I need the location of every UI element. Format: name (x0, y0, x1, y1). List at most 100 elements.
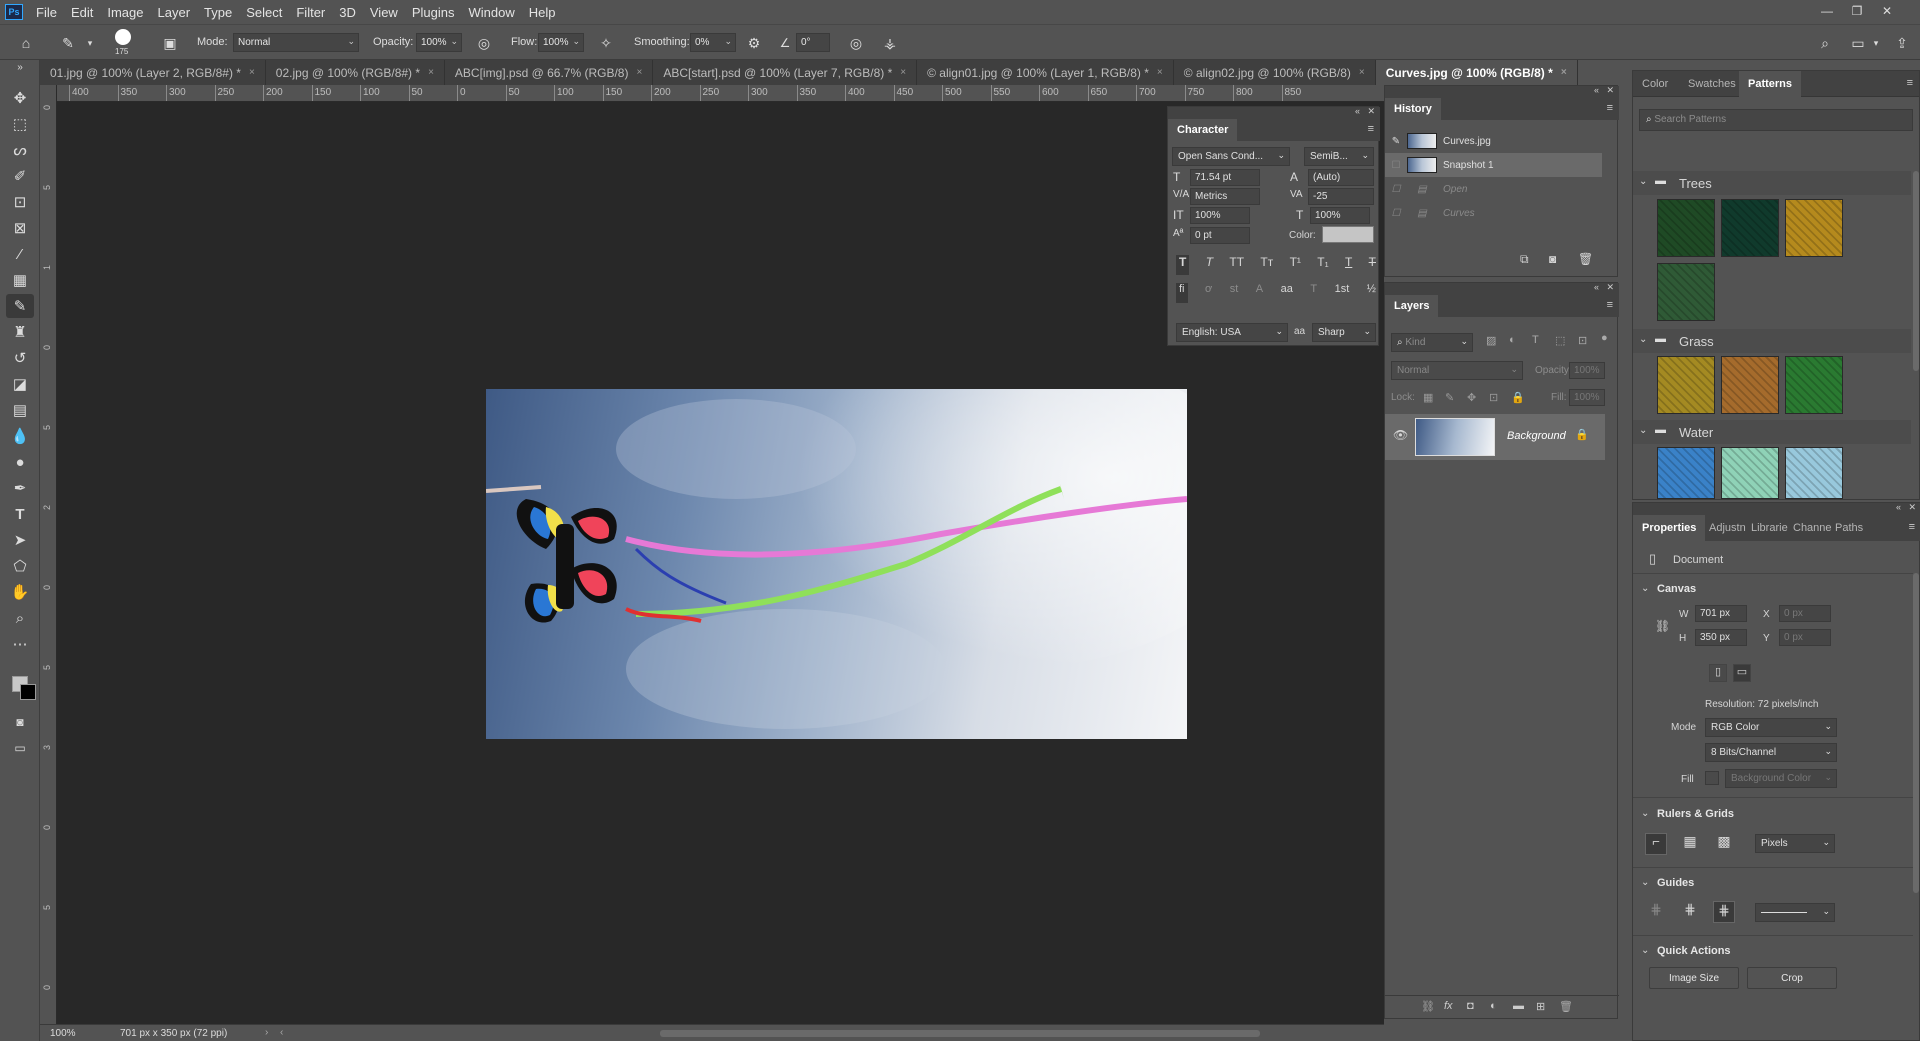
gear-icon[interactable]: ⚙ (744, 33, 764, 53)
lock-artboard-icon[interactable]: ⊡ (1489, 391, 1498, 404)
menu-type[interactable]: Type (197, 5, 239, 20)
history-step-open[interactable]: ☐ ▤ Open (1385, 177, 1602, 201)
type-tool-icon[interactable]: T (6, 502, 34, 526)
tab-character[interactable]: Character (1168, 119, 1238, 141)
color-mode-select[interactable]: RGB Color ⌄ (1705, 718, 1837, 737)
text-color-swatch[interactable] (1322, 226, 1374, 243)
menu-filter[interactable]: Filter (289, 5, 332, 20)
menu-select[interactable]: Select (239, 5, 289, 20)
dodge-tool-icon[interactable]: ● (6, 450, 34, 474)
tab-curves[interactable]: Curves.jpg @ 100% (RGB/8) * × (1375, 60, 1578, 85)
close-icon[interactable]: × (249, 67, 255, 78)
fx-icon[interactable]: fx (1444, 1000, 1453, 1012)
document-info[interactable]: 701 px x 350 px (72 ppi) (120, 1028, 227, 1039)
adjustment-layer-icon[interactable]: ◐ (1490, 1000, 1497, 1012)
font-family-select[interactable]: Open Sans Cond... ⌄ (1172, 147, 1290, 166)
close-window-icon[interactable]: ✕ (1872, 0, 1902, 22)
pattern-group-trees[interactable]: ⌄ ▬ Trees (1633, 171, 1911, 195)
opacity-input[interactable]: 100% ⌄ (416, 33, 462, 52)
antialias-select[interactable]: Sharp ⌄ (1312, 323, 1376, 342)
history-snapshot-curves[interactable]: ✎ Curves.jpg (1385, 129, 1602, 153)
workspace-icon[interactable]: ▭ (1848, 33, 1868, 53)
tracking-select[interactable]: -25 (1308, 188, 1374, 205)
kerning-select[interactable]: Metrics (1190, 188, 1260, 205)
menu-window[interactable]: Window (461, 5, 521, 20)
tab-adjustments[interactable]: Adjustn (1705, 515, 1750, 541)
mode-select[interactable]: Normal ⌄ (233, 33, 359, 52)
tab-history[interactable]: History (1385, 98, 1441, 120)
stylistic-alternates-button[interactable]: aa (1281, 283, 1293, 303)
lock-transparency-icon[interactable]: ▦ (1423, 391, 1433, 404)
pattern-swatch[interactable] (1721, 356, 1779, 414)
rulers-grids-section-title[interactable]: Rulers & Grids (1657, 808, 1734, 820)
marquee-tool-icon[interactable]: ⬚ (6, 112, 34, 136)
canvas-width-input[interactable]: 701 px (1695, 605, 1747, 622)
small-caps-button[interactable]: Tт (1260, 255, 1273, 275)
document-image[interactable] (486, 389, 1187, 739)
blur-tool-icon[interactable]: 💧 (6, 424, 34, 448)
pattern-swatch[interactable] (1657, 447, 1715, 499)
restore-icon[interactable]: ❐ (1842, 0, 1872, 22)
quick-mask-icon[interactable]: ◙ (6, 710, 34, 734)
close-icon[interactable]: ✕ (1606, 282, 1614, 293)
pressure-size-icon[interactable]: ◎ (846, 33, 866, 53)
close-icon[interactable]: × (1561, 67, 1567, 78)
tab-01-jpg[interactable]: 01.jpg @ 100% (Layer 2, RGB/8#) * × (40, 60, 266, 85)
new-layer-icon[interactable]: ⊞ (1536, 1000, 1545, 1013)
close-icon[interactable]: ✕ (1606, 85, 1614, 96)
lasso-tool-icon[interactable]: ᔕ (6, 138, 34, 162)
lock-icon[interactable]: 🔒 (1575, 428, 1589, 441)
crop-button[interactable]: Crop (1747, 967, 1837, 989)
add-mask-icon[interactable]: ◘ (1467, 1000, 1474, 1012)
all-caps-button[interactable]: TT (1229, 255, 1244, 275)
fill-color-swatch[interactable] (1705, 771, 1719, 785)
faux-bold-button[interactable]: T (1176, 255, 1190, 275)
layer-opacity-input[interactable]: 100% (1569, 362, 1605, 379)
hand-tool-icon[interactable]: ✋ (6, 580, 34, 604)
guides-toggle-icon[interactable]: ⋕ (1645, 901, 1667, 923)
history-brush-source-icon[interactable]: ✎ (1385, 136, 1407, 147)
canvas-section-title[interactable]: Canvas (1657, 583, 1696, 595)
healing-tool-icon[interactable]: ▦ (6, 268, 34, 292)
image-size-button[interactable]: Image Size (1649, 967, 1739, 989)
menu-layer[interactable]: Layer (151, 5, 198, 20)
close-icon[interactable]: × (636, 67, 642, 78)
chevron-down-icon[interactable]: ⌄ (1641, 945, 1649, 956)
share-icon[interactable]: ⇪ (1892, 33, 1912, 53)
pixel-grid-icon[interactable]: ▩ (1713, 833, 1735, 855)
guides-section-title[interactable]: Guides (1657, 877, 1694, 889)
pattern-swatch[interactable] (1785, 199, 1843, 257)
history-brush-source-icon[interactable]: ☐ (1385, 184, 1407, 195)
chevron-down-icon[interactable]: ▾ (1866, 33, 1886, 53)
superscript-button[interactable]: T¹ (1290, 255, 1301, 275)
ligatures-button[interactable]: fi (1176, 283, 1188, 303)
font-style-select[interactable]: SemiB... ⌄ (1304, 147, 1374, 166)
underline-button[interactable]: T (1345, 255, 1352, 275)
collapse-icon[interactable]: » (6, 62, 34, 73)
vertical-scale-input[interactable]: 100% (1190, 207, 1250, 224)
pattern-swatch[interactable] (1657, 199, 1715, 257)
pattern-swatch[interactable] (1721, 199, 1779, 257)
faux-italic-button[interactable]: T (1206, 255, 1213, 275)
airbrush-icon[interactable]: ✧ (596, 33, 616, 53)
search-icon[interactable]: ⌕ (1815, 33, 1835, 53)
filter-smart-object-icon[interactable]: ⊡ (1578, 334, 1587, 347)
chevron-down-icon[interactable]: ⌄ (1641, 583, 1649, 594)
horizontal-ruler[interactable]: 400 350 300 250 200 150 100 50 0 50 100 150 200 250 30… (57, 85, 1384, 102)
eyedropper-tool-icon[interactable]: ⁄ (6, 242, 34, 266)
path-select-tool-icon[interactable]: ➤ (6, 528, 34, 552)
panel-menu-icon[interactable]: ≡ (1368, 123, 1374, 135)
tab-align02[interactable]: © align02.jpg @ 100% (RGB/8) × (1174, 60, 1376, 85)
pattern-group-grass[interactable]: ⌄ ▬ Grass (1633, 329, 1911, 353)
link-icon[interactable]: ⛓ (1655, 619, 1670, 633)
close-icon[interactable]: ✕ (1367, 106, 1375, 117)
history-brush-source-icon[interactable]: ☐ (1385, 160, 1407, 171)
minimize-icon[interactable]: — (1812, 0, 1842, 22)
zoom-tool-icon[interactable]: ⌕ (6, 606, 34, 630)
filter-shape-icon[interactable]: ⬚ (1555, 334, 1565, 347)
background-color-swatch[interactable] (20, 684, 36, 700)
leading-input[interactable]: (Auto) (1308, 169, 1374, 186)
history-brush-tool-icon[interactable]: ↺ (6, 346, 34, 370)
brush-preview-icon[interactable] (115, 29, 131, 45)
fractions-button[interactable]: ½ (1367, 283, 1376, 303)
